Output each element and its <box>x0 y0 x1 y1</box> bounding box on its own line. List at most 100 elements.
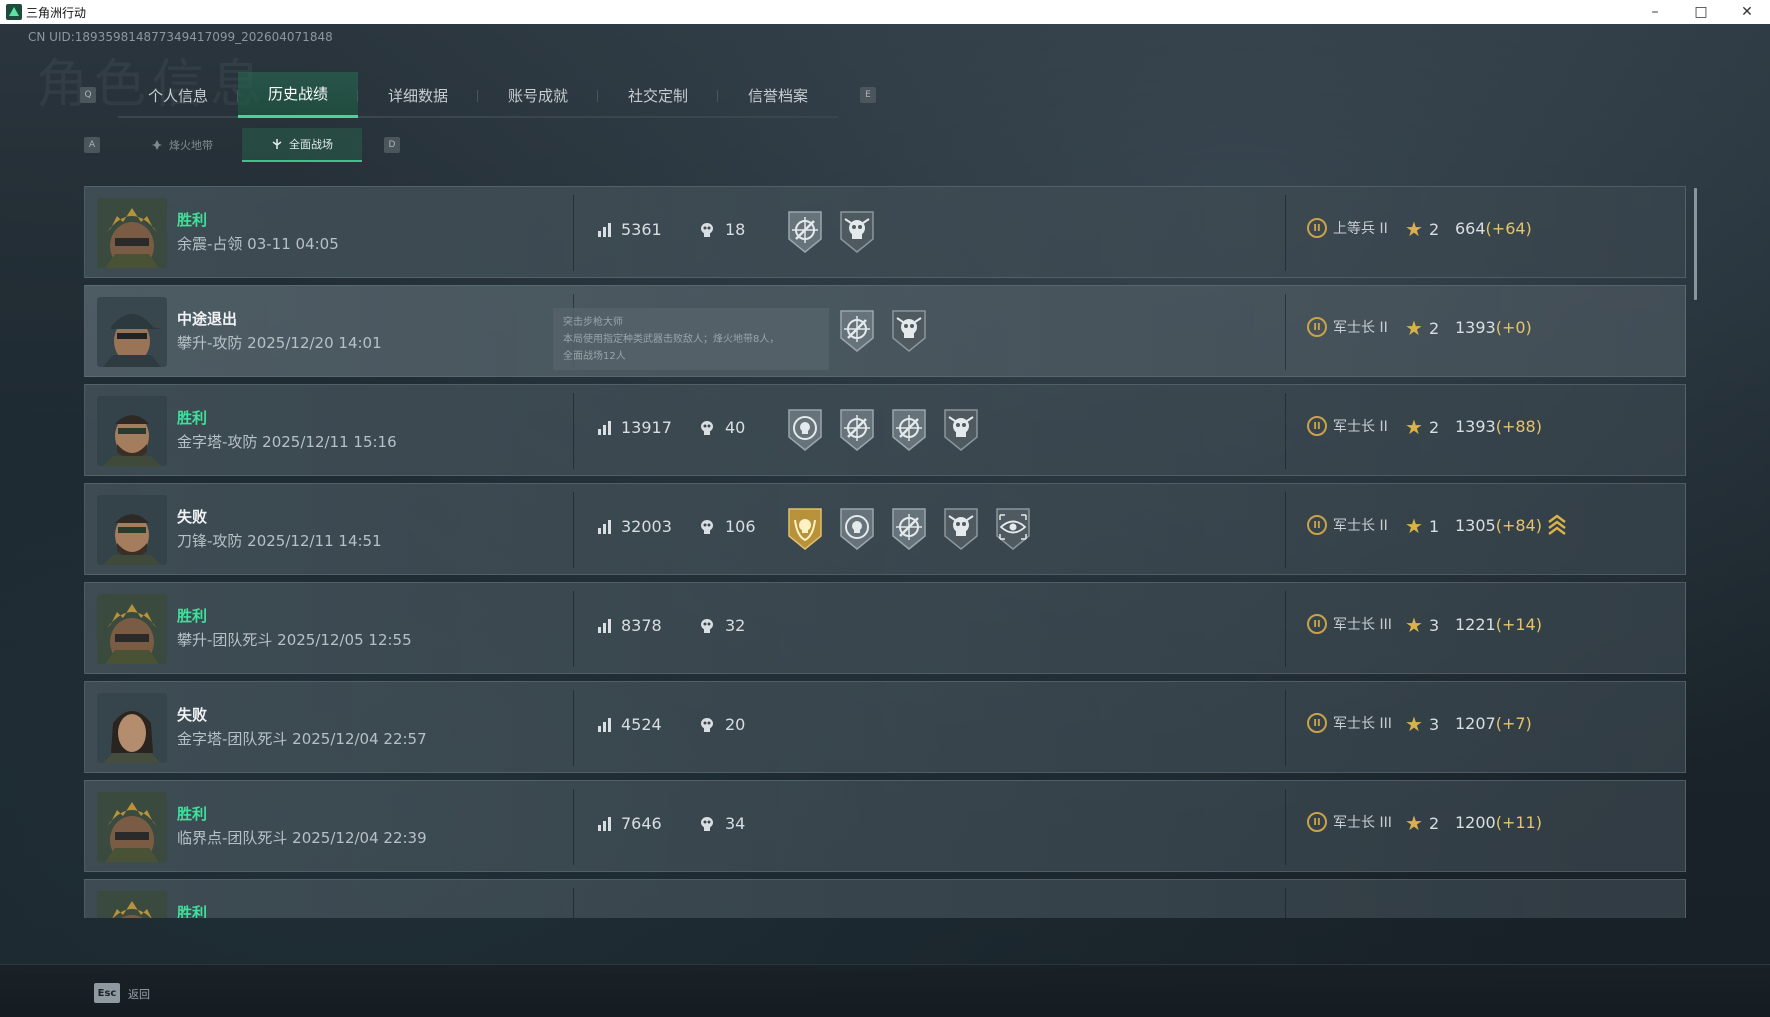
subtab-warzone[interactable]: 烽火地带 <box>122 128 242 162</box>
stars-value: 2 <box>1428 318 1440 338</box>
tab-3[interactable]: 账号成就 <box>478 72 598 118</box>
skull-medal-icon[interactable] <box>941 407 981 453</box>
crosshair-medal-icon[interactable] <box>889 407 929 453</box>
tab-2[interactable]: 详细数据 <box>358 72 478 118</box>
medal-list <box>785 407 981 453</box>
warzone-icon <box>152 140 162 150</box>
rank-stars: ★ 2 <box>1405 316 1439 340</box>
score-value: 7646 <box>621 814 662 833</box>
tooltip-line: 本局使用指定种类武器击败敌人；烽火地带8人， <box>563 334 780 345</box>
tab-5[interactable]: 信誉档案 <box>718 72 838 118</box>
minimize-icon[interactable]: – <box>1632 0 1678 24</box>
row-divider <box>573 195 574 271</box>
match-row[interactable]: 失败 刀锋-攻防 2025/12/11 14:51 32003 106 II 军士长 II… <box>84 483 1686 575</box>
skull-target-medal-icon[interactable] <box>785 407 825 453</box>
rank-name: 军士长 II <box>1333 419 1388 435</box>
rank-stars: ★ 3 <box>1405 613 1439 637</box>
crosshair-medal-icon[interactable] <box>785 209 825 255</box>
skull-medal-icon[interactable] <box>889 308 929 354</box>
rank-name: 军士长 II <box>1333 518 1388 534</box>
list-scrollbar[interactable] <box>1694 188 1697 300</box>
kills-icon <box>701 618 713 633</box>
app-logo-icon <box>6 4 22 20</box>
rank-icon: II <box>1307 713 1327 733</box>
match-map-mode-time: 金字塔-攻防 2025/12/11 15:16 <box>177 433 397 451</box>
star-icon: ★ <box>1405 217 1423 241</box>
player-uid: CN UID:1893598148773494170​99_2026040718… <box>28 30 333 44</box>
rank-points: 1207(+7) <box>1455 714 1532 733</box>
match-score: 5361 <box>597 220 662 239</box>
match-row[interactable]: 胜利 余震-占领 03-11 04:05 5361 18 II 上等兵 II ★ 2 664(+… <box>84 186 1686 278</box>
tab-0[interactable]: 个人信息 <box>118 72 238 118</box>
match-row[interactable]: 胜利 攀升-团队死斗 2025/12/05 12:55 8378 32 II 军士长 II… <box>84 582 1686 674</box>
kills-icon <box>701 717 713 732</box>
window-controls: – □ ✕ <box>1632 0 1770 24</box>
key-hint-e: E <box>860 87 876 103</box>
match-kills: 20 <box>699 715 745 734</box>
match-row[interactable]: 胜利 临界点-团队死斗 2025/12/04 22:39 7646 34 II 军士长 I… <box>84 780 1686 872</box>
operator-avatar <box>97 297 167 367</box>
match-result: 中途退出 <box>177 310 238 328</box>
match-result: 失败 <box>177 508 208 526</box>
rank-stars: ★ 2 <box>1405 217 1439 241</box>
subtab-full-battlefield[interactable]: 全面战场 <box>242 128 362 162</box>
skull-medal-icon[interactable] <box>837 209 877 255</box>
operator-avatar <box>97 198 167 268</box>
kills-value: 18 <box>725 220 746 239</box>
match-row[interactable]: 胜利 <box>84 879 1686 918</box>
crosshair-medal-icon[interactable] <box>837 407 877 453</box>
rank-points: 1393(+88) <box>1455 417 1542 436</box>
medal-list <box>837 308 929 354</box>
close-icon[interactable]: ✕ <box>1724 0 1770 24</box>
maximize-icon[interactable]: □ <box>1678 0 1724 24</box>
kills-icon <box>701 222 713 237</box>
rank-icon: II <box>1307 614 1327 634</box>
match-score: 7646 <box>597 814 662 833</box>
score-value: 5361 <box>621 220 662 239</box>
rank-icon: II <box>1307 317 1327 337</box>
crosshair-medal-icon[interactable] <box>837 308 877 354</box>
row-divider <box>573 591 574 667</box>
score-icon <box>598 420 611 435</box>
skull-target-medal-icon[interactable] <box>837 506 877 552</box>
crosshair-medal-icon[interactable] <box>889 506 929 552</box>
tab-4[interactable]: 社交定制 <box>598 72 718 118</box>
medal-tooltip: 突击步枪大师 本局使用指定种类武器击败敌人；烽火地带8人， 全面战场12人 <box>553 308 829 370</box>
match-row[interactable]: 胜利 金字塔-攻防 2025/12/11 15:16 13917 40 II 军士长 II… <box>84 384 1686 476</box>
points-value: 1200 <box>1455 813 1496 832</box>
match-kills: 106 <box>699 517 756 536</box>
match-kills: 32 <box>699 616 745 635</box>
row-divider <box>1285 195 1286 271</box>
stars-value: 2 <box>1428 417 1440 437</box>
star-icon: ★ <box>1405 415 1423 439</box>
points-delta: (+11) <box>1495 813 1542 832</box>
rank-stars: ★ 3 <box>1405 712 1439 736</box>
rank-icon: II <box>1307 416 1327 436</box>
match-map-mode-time: 攀升-攻防 2025/12/20 14:01 <box>177 334 382 352</box>
gold-wreath-medal-icon[interactable] <box>785 506 825 552</box>
esc-key-hint[interactable]: Esc <box>94 983 120 1003</box>
window-title: 三角洲行动 <box>26 5 87 20</box>
main-tab-bar: Q 个人信息 历史战绩 详细数据 账号成就 社交定制 信誉档案 E <box>80 72 876 118</box>
rank-name: 上等兵 II <box>1333 221 1388 237</box>
sub-tab-bar: A 烽火地带 全面战场 D <box>84 128 400 162</box>
rank-points: 1221(+14) <box>1455 615 1542 634</box>
row-divider <box>1285 789 1286 865</box>
points-value: 1393 <box>1455 318 1496 337</box>
rank-icon: II <box>1307 515 1327 535</box>
eye-target-medal-icon[interactable] <box>993 506 1033 552</box>
points-value: 1305 <box>1455 516 1496 535</box>
match-history-list: 胜利 余震-占领 03-11 04:05 5361 18 II 上等兵 II ★ 2 664(+… <box>84 186 1686 918</box>
kills-icon <box>701 420 713 435</box>
rank-badge: II 军士长 III <box>1307 812 1392 832</box>
subtab-label: 全面战场 <box>289 138 333 151</box>
back-label[interactable]: 返回 <box>128 986 150 1002</box>
match-row[interactable]: 失败 金字塔-团队死斗 2025/12/04 22:57 4524 20 II 军士长 I… <box>84 681 1686 773</box>
match-score: 32003 <box>597 517 672 536</box>
rank-badge: II 军士长 III <box>1307 614 1392 634</box>
skull-medal-icon[interactable] <box>941 506 981 552</box>
row-divider <box>1285 591 1286 667</box>
tab-1[interactable]: 历史战绩 <box>238 72 358 118</box>
match-row[interactable]: 中途退出攀升-攻防 2025/12/20 14:01 突击步枪大师 本局使用指定种类… <box>84 285 1686 377</box>
match-result: 胜利 <box>177 211 208 229</box>
